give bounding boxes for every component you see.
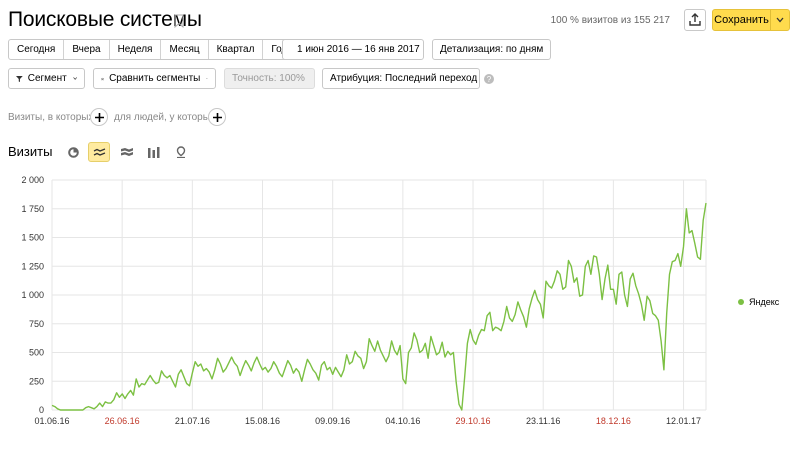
attribution-label: Атрибуция: Последний переход [330, 73, 478, 84]
pie-chart-icon [67, 146, 79, 158]
attribution-select[interactable]: Атрибуция: Последний переход [322, 68, 480, 89]
y-tick-label: 500 [29, 348, 44, 358]
area-chart-icon [121, 147, 133, 156]
segment-button[interactable]: Сегмент [8, 68, 85, 89]
add-people-filter-button[interactable] [208, 108, 226, 126]
period-tabs: Сегодня Вчера Неделя Месяц Квартал Год [8, 39, 297, 60]
legend-marker [738, 299, 744, 305]
period-tab-week[interactable]: Неделя [110, 40, 162, 59]
x-tick-label: 18.12.16 [596, 416, 631, 426]
period-tab-month[interactable]: Месяц [161, 40, 209, 59]
bar-chart-icon [148, 146, 160, 158]
y-tick-label: 1 500 [21, 233, 44, 243]
people-filter-label: для людей, у которых [114, 112, 215, 123]
page-title: Поисковые системы [8, 8, 202, 31]
add-visit-filter-button[interactable] [90, 108, 108, 126]
chart-legend: Яндекс [738, 297, 779, 307]
help-icon[interactable]: ? [484, 74, 494, 84]
date-range-picker[interactable]: 1 июн 2016 — 16 янв 2017 [282, 39, 424, 60]
compare-segments-button[interactable]: Сравнить сегменты [93, 68, 216, 89]
x-tick-label: 15.08.16 [245, 416, 280, 426]
x-tick-label: 21.07.16 [175, 416, 210, 426]
y-tick-label: 1 250 [21, 261, 44, 271]
chart-type-line-button[interactable] [88, 142, 110, 162]
y-tick-label: 1 000 [21, 290, 44, 300]
save-button[interactable]: Сохранить [712, 9, 790, 31]
chart-type-map-button[interactable] [170, 142, 192, 162]
export-icon [689, 13, 701, 26]
accuracy-select: Точность: 100% [224, 68, 315, 89]
compare-label: Сравнить сегменты [109, 73, 201, 84]
plus-icon [94, 112, 104, 122]
visits-filter-label: Визиты, в которых [8, 112, 94, 123]
detail-label: Детализация: по дням [440, 44, 544, 55]
y-tick-label: 0 [39, 405, 44, 415]
period-tab-yesterday[interactable]: Вчера [64, 40, 110, 59]
visits-sample-info: 100 % визитов из 155 217 [550, 15, 670, 26]
chart-metric-label: Визиты [8, 144, 53, 159]
compare-icon [101, 77, 105, 80]
date-range-label: 1 июн 2016 — 16 янв 2017 [297, 44, 420, 55]
x-tick-label: 09.09.16 [315, 416, 350, 426]
filter-icon [16, 75, 23, 82]
export-button[interactable] [684, 9, 706, 31]
x-tick-label: 01.06.16 [34, 416, 69, 426]
map-icon [176, 146, 186, 158]
detail-select[interactable]: Детализация: по дням [432, 39, 551, 60]
save-button-label: Сохранить [713, 10, 771, 30]
svg-text:?: ? [487, 75, 492, 84]
y-tick-label: 750 [29, 319, 44, 329]
chart-type-area-button[interactable] [116, 142, 138, 162]
line-chart-icon [93, 148, 105, 156]
visits-line-chart: 0 250 500 750 1 000 1 250 1 500 1 750 2 000 01.06… [21, 175, 707, 426]
x-tick-label: 12.01.17 [666, 416, 701, 426]
accuracy-label: Точность: 100% [232, 73, 305, 84]
x-tick-label: 26.06.16 [105, 416, 140, 426]
plus-icon [212, 112, 222, 122]
x-tick-label: 29.10.16 [456, 416, 491, 426]
legend-item-yandex[interactable]: Яндекс [749, 297, 779, 307]
chevron-down-icon [206, 77, 208, 80]
segment-label: Сегмент [27, 73, 67, 84]
x-tick-label: 04.10.16 [385, 416, 420, 426]
chart-type-pie-button[interactable] [62, 142, 84, 162]
chevron-down-icon [776, 17, 784, 23]
x-tick-label: 23.11.16 [526, 416, 560, 426]
period-tab-quarter[interactable]: Квартал [209, 40, 264, 59]
y-tick-label: 2 000 [21, 175, 44, 185]
y-tick-label: 1 750 [21, 204, 44, 214]
bookmark-icon[interactable] [174, 14, 184, 28]
series-line-yandex [51, 202, 707, 411]
save-dropdown-toggle[interactable] [771, 10, 789, 30]
y-tick-label: 250 [29, 376, 44, 386]
chevron-down-icon [72, 77, 77, 80]
chart-type-bar-button[interactable] [143, 142, 165, 162]
period-tab-today[interactable]: Сегодня [9, 40, 65, 59]
